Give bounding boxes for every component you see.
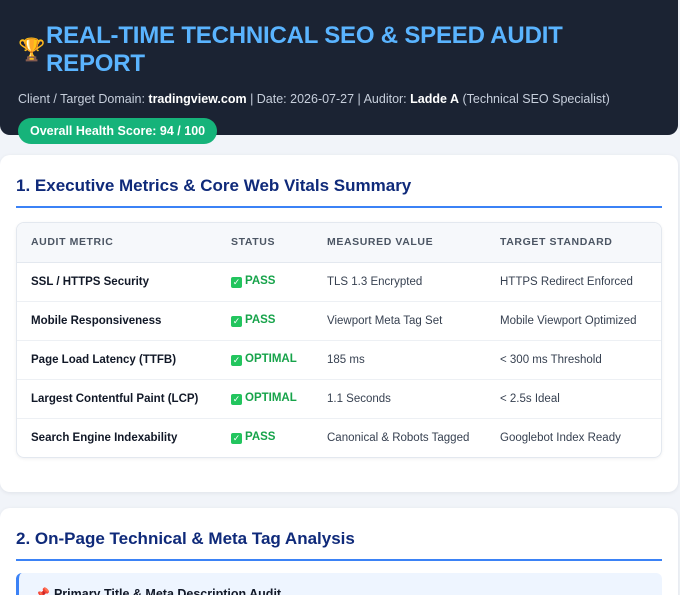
target-domain: tradingview.com: [148, 92, 247, 106]
metric-name: Largest Contentful Paint (LCP): [17, 379, 217, 419]
target-standard: < 2.5s Ideal: [486, 379, 661, 419]
report-title: 🏆 REAL-TIME TECHNICAL SEO & SPEED AUDIT …: [18, 22, 660, 78]
metrics-table-wrapper: AUDIT METRIC STATUS MEASURED VALUE TARGE…: [16, 222, 662, 458]
table-row: Page Load Latency (TTFB) ✓ OPTIMAL 185 ms…: [17, 340, 661, 380]
auditor-name: Ladde A: [410, 92, 459, 106]
status-cell: ✓ OPTIMAL: [217, 379, 313, 419]
measured-value: TLS 1.3 Encrypted: [313, 262, 486, 302]
status-cell: ✓ OPTIMAL: [217, 340, 313, 380]
target-standard: HTTPS Redirect Enforced: [486, 262, 661, 302]
metrics-table: AUDIT METRIC STATUS MEASURED VALUE TARGE…: [17, 223, 661, 457]
metric-name: Search Engine Indexability: [31, 431, 178, 444]
target-standard: < 300 ms Threshold: [486, 340, 661, 380]
metric-name: Page Load Latency (TTFB): [17, 340, 217, 380]
trophy-icon: 🏆: [18, 37, 46, 62]
metric-name: Mobile Responsiveness: [17, 301, 217, 341]
measured-value: Viewport Meta Tag Set: [313, 301, 486, 341]
check-mark-icon: ✓: [231, 355, 242, 366]
status-badge: OPTIMAL: [245, 392, 297, 404]
column-header-target-standard: TARGET STANDARD: [486, 223, 661, 263]
table-row: Search Engine Indexability ✓ PASS Canonic…: [17, 418, 661, 457]
subcard-title: Primary Title & Meta Description Audit: [53, 587, 282, 595]
section-title-on-page-analysis: 2. On-Page Technical & Meta Tag Analysis: [16, 528, 662, 561]
section-title-executive-metrics: 1. Executive Metrics & Core Web Vitals S…: [16, 175, 662, 208]
health-score-badge: Overall Health Score: 94 / 100: [18, 118, 218, 144]
check-mark-icon: ✓: [231, 277, 242, 288]
status-badge: OPTIMAL: [245, 353, 297, 365]
check-mark-icon: ✓: [231, 394, 242, 405]
auditor-role: (Technical SEO Specialist): [462, 92, 610, 106]
on-page-analysis-card: 2. On-Page Technical & Meta Tag Analysis…: [0, 508, 678, 595]
status-badge: PASS: [245, 314, 276, 326]
check-mark-icon: ✓: [231, 316, 242, 327]
table-row: SSL / HTTPS Security ✓ PASS TLS 1.3 Encry…: [17, 262, 661, 302]
executive-metrics-card: 1. Executive Metrics & Core Web Vitals S…: [0, 155, 678, 492]
meta-audit-subcard: 📌 Primary Title & Meta Description Audit: [16, 573, 662, 595]
status-cell: ✓ PASS: [217, 301, 313, 341]
column-header-status: STATUS: [217, 223, 313, 263]
measured-value: 1.1 Seconds: [313, 379, 486, 419]
table-header-row: AUDIT METRIC STATUS MEASURED VALUE TARGE…: [17, 223, 661, 263]
report-title-text: REAL-TIME TECHNICAL SEO & SPEED AUDIT RE…: [46, 22, 563, 77]
check-mark-icon: ✓: [231, 433, 242, 445]
measured-value: 185 ms: [313, 340, 486, 380]
column-header-measured-value: MEASURED VALUE: [313, 223, 486, 263]
date-label: | Date: 2026-07-27 | Auditor:: [250, 92, 407, 106]
table-row: Mobile Responsiveness ✓ PASS Viewport Met…: [17, 301, 661, 341]
column-header-metric: AUDIT METRIC: [17, 223, 217, 263]
status-badge: PASS: [245, 275, 276, 287]
metric-name: SSL / HTTPS Security: [17, 262, 217, 302]
table-row: Largest Contentful Paint (LCP) ✓ OPTIMAL …: [17, 379, 661, 419]
client-label: Client / Target Domain:: [18, 92, 145, 106]
pin-icon: 📌: [35, 587, 50, 595]
status-badge: PASS: [245, 431, 276, 444]
report-meta: Client / Target Domain: tradingview.com …: [18, 91, 660, 107]
target-standard: Googlebot Index Ready: [500, 431, 621, 444]
report-header: 🏆 REAL-TIME TECHNICAL SEO & SPEED AUDIT …: [0, 0, 678, 144]
status-cell: ✓ PASS: [217, 418, 313, 457]
target-standard: Mobile Viewport Optimized: [486, 301, 661, 341]
status-cell: ✓ PASS: [217, 262, 313, 302]
measured-value: Canonical & Robots Tagged: [327, 431, 470, 444]
